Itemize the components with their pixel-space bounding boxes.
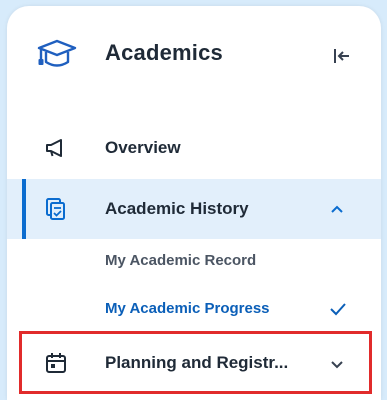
sidebar-item-label: Academic History [105, 199, 249, 218]
sidebar-item-overview[interactable]: Overview [7, 128, 381, 168]
sidebar-item-planning-and-registration[interactable]: Planning and Registr... [7, 340, 381, 384]
mortarboard-icon [37, 39, 77, 67]
academics-sidebar: Academics Overview Academic History My A… [7, 6, 381, 400]
page-background: Academics Overview Academic History My A… [0, 0, 387, 400]
megaphone-icon [46, 139, 62, 157]
page-title: Academics [105, 40, 223, 65]
sidebar-header: Academics [7, 26, 381, 82]
chevron-down-icon[interactable] [327, 354, 347, 374]
chevron-up-icon[interactable] [327, 199, 347, 219]
collapse-sidebar-button[interactable] [329, 44, 353, 68]
sidebar-item-label: Planning and Registr... [105, 353, 289, 372]
sub-item-my-academic-progress[interactable]: My Academic Progress [105, 300, 270, 317]
check-icon [330, 303, 346, 316]
sidebar-item-label: Overview [105, 138, 181, 157]
sidebar-item-academic-history[interactable]: Academic History [7, 179, 381, 239]
document-stack-icon [46, 198, 65, 220]
calendar-icon [46, 353, 66, 373]
sub-item-my-academic-record[interactable]: My Academic Record [105, 252, 256, 269]
